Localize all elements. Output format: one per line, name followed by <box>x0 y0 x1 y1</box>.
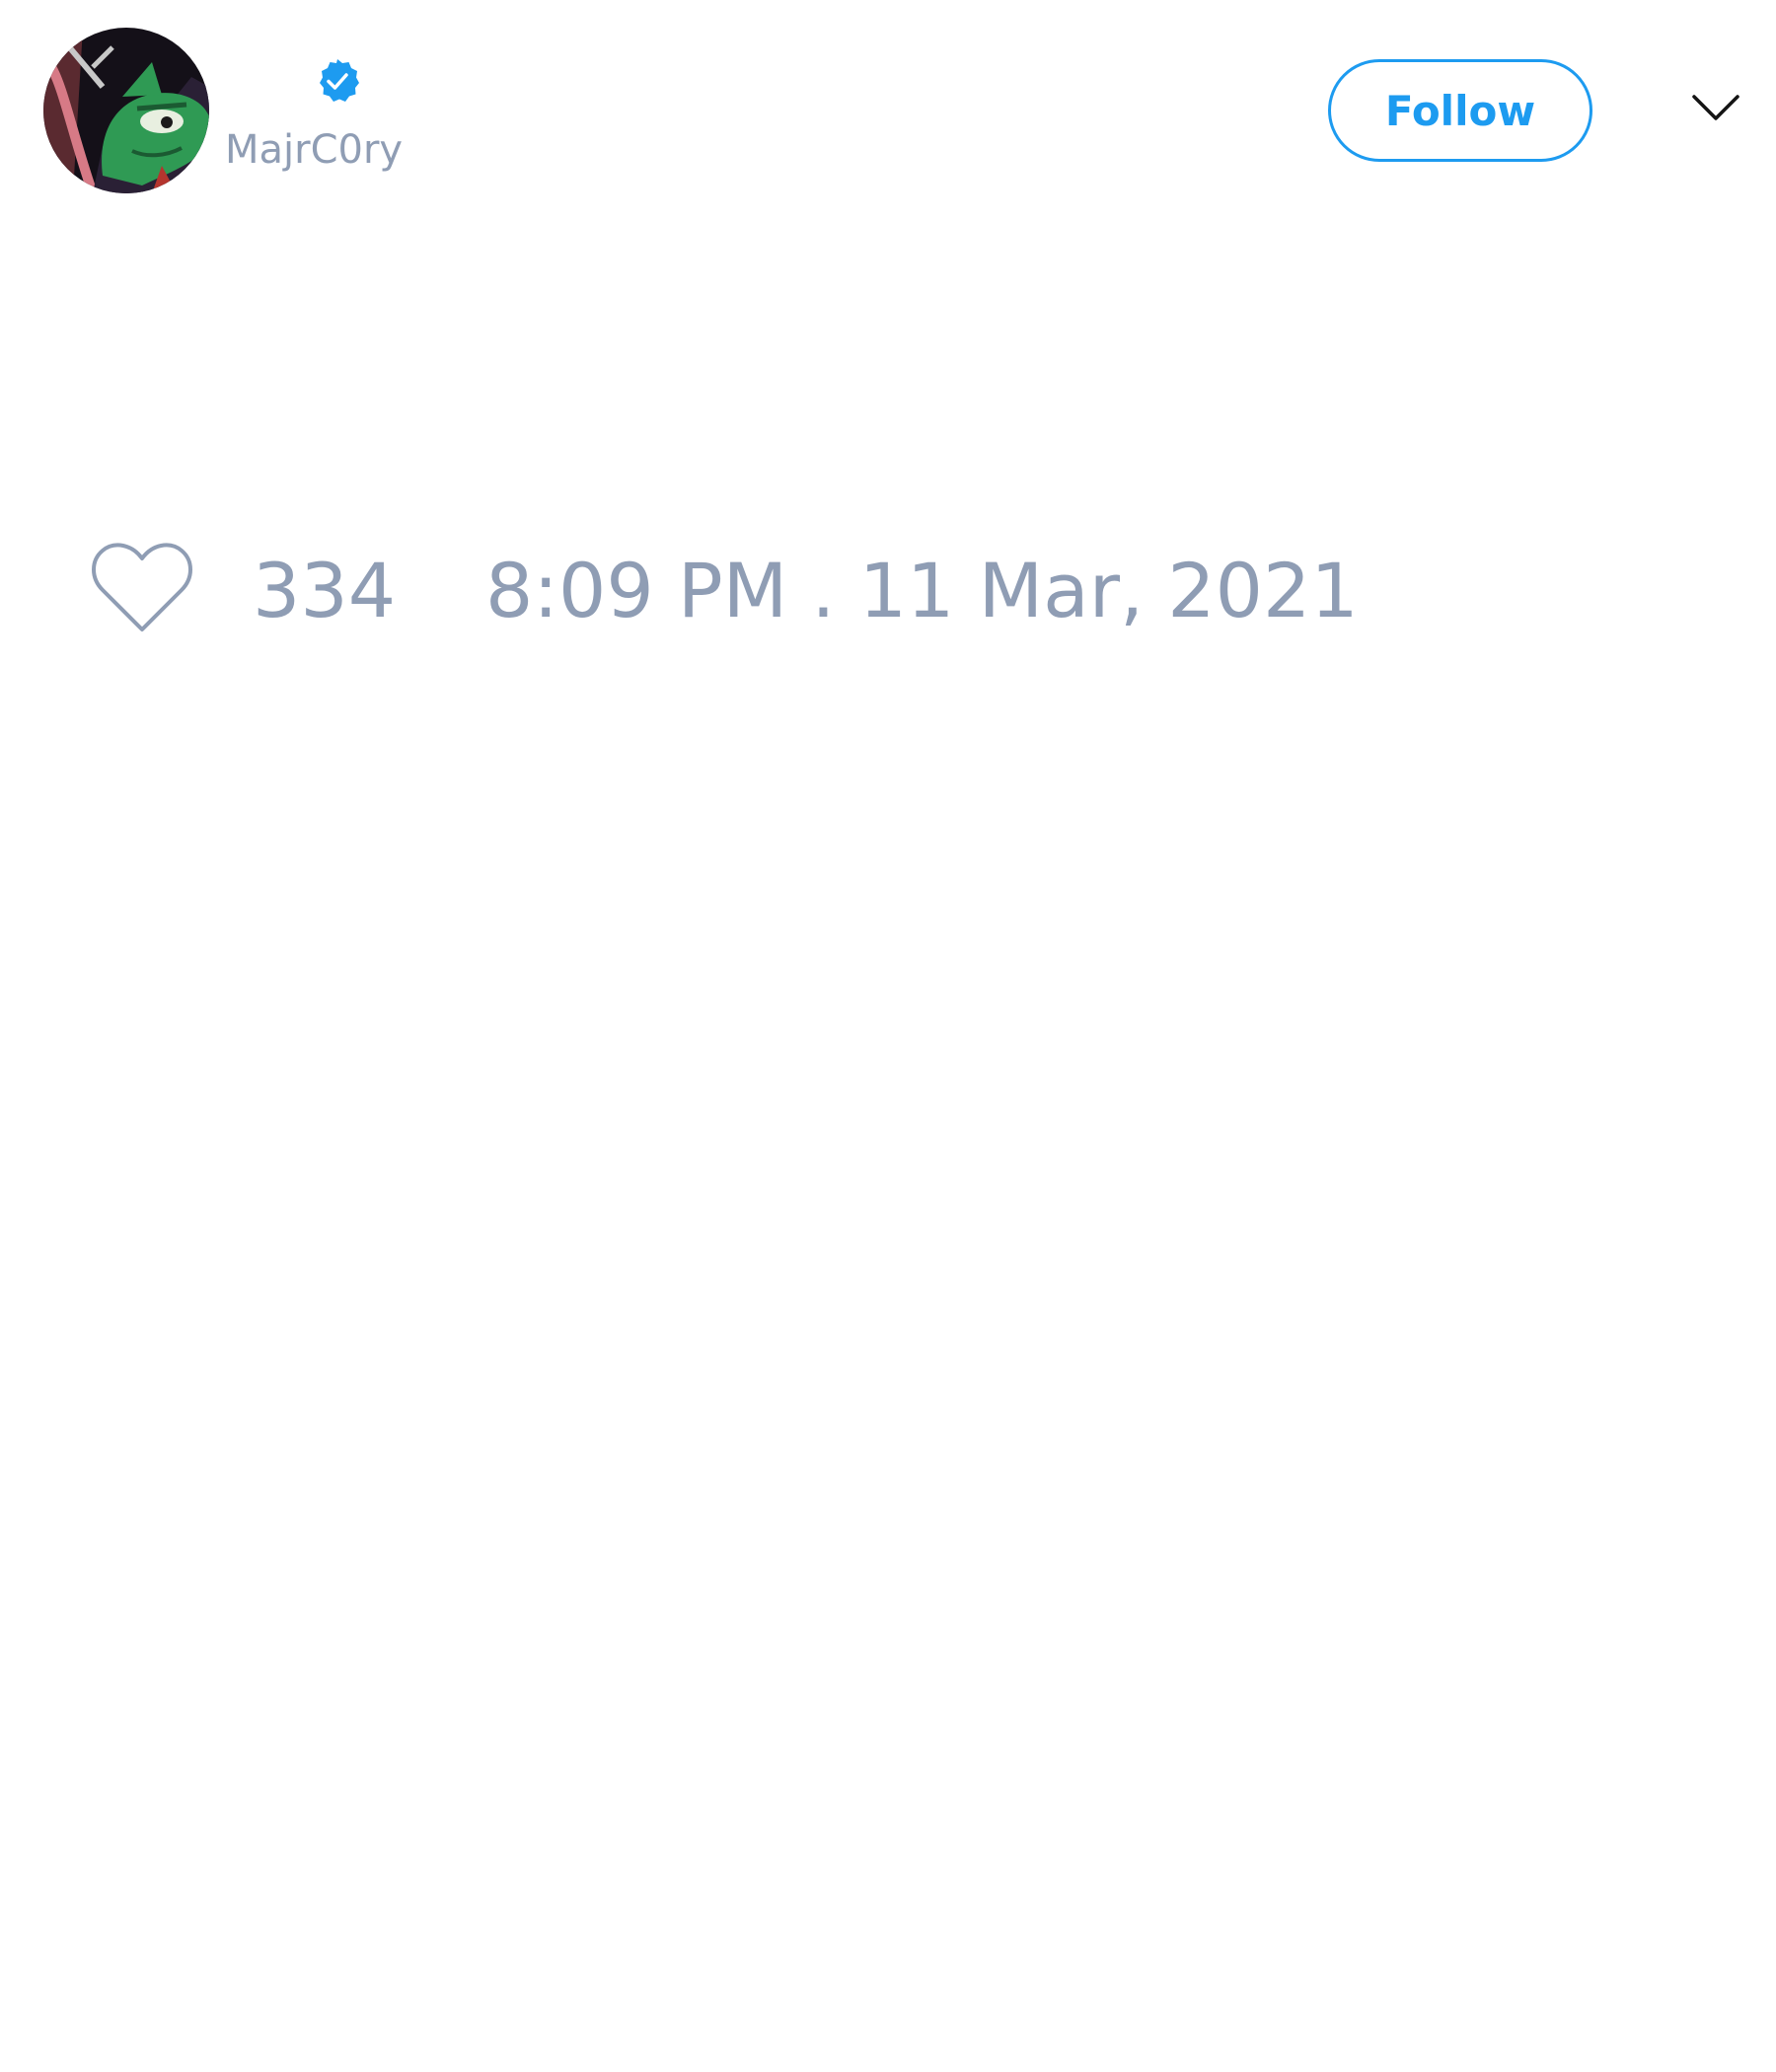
tweet-timestamp[interactable]: 8:09 PM . 11 Mar, 2021 <box>485 549 1359 633</box>
chevron-down-icon[interactable] <box>1691 91 1740 126</box>
follow-button[interactable]: Follow <box>1328 59 1592 162</box>
verified-badge-icon <box>314 57 361 105</box>
heart-icon[interactable] <box>89 541 195 635</box>
author-handle[interactable]: MajrC0ry <box>225 126 403 174</box>
avatar[interactable] <box>43 28 209 193</box>
like-count: 334 <box>253 547 397 634</box>
